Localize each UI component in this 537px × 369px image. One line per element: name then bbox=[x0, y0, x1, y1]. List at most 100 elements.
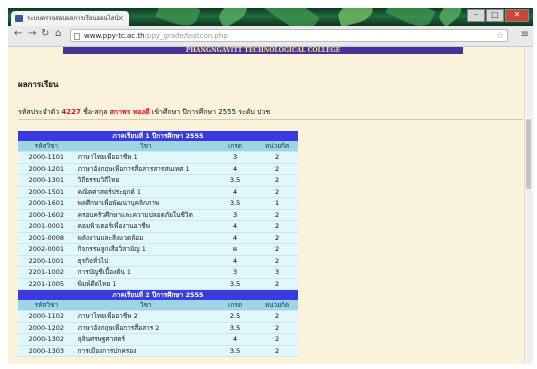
page-content: PHANGNGAVITT TECHNOLOGICAL COLLEGE ผลการ… bbox=[8, 47, 533, 364]
grade: ผ bbox=[214, 243, 257, 256]
grade: 3.5 bbox=[214, 322, 257, 334]
credits: 1 bbox=[256, 197, 298, 210]
page-icon bbox=[74, 33, 80, 40]
semester-header: ภาคเรียนที่ 2 ปีการศึกษา 2555 bbox=[18, 289, 298, 300]
table-row: 2000-1201 ภาษาอังกฤษเพื่อการสื่อสารสารสนเ… bbox=[18, 163, 298, 175]
grade: 4 bbox=[214, 232, 257, 244]
tab-title: ระบบตรวจสอบผลการเรียนออนไลน์ bbox=[27, 15, 119, 22]
credits: 2 bbox=[256, 243, 298, 256]
course-name: การเมืองการปกครอง bbox=[74, 345, 215, 357]
grade: 3 bbox=[214, 151, 257, 164]
semester-title: ภาคเรียนที่ 1 ปีการศึกษา 2555 bbox=[18, 131, 298, 141]
credits: 2 bbox=[256, 310, 298, 323]
browser-window: ระบบตรวจสอบผลการเรียนออนไลน์ ✕ – □ ✕ ← →… bbox=[8, 8, 533, 364]
course-name: ภาษาไทยเพื่ออาชีพ 1 bbox=[74, 151, 215, 164]
home-icon[interactable]: ⌂ bbox=[55, 28, 61, 39]
tab-close-icon[interactable]: ✕ bbox=[117, 11, 124, 26]
back-arrow-icon[interactable]: ← bbox=[14, 28, 22, 39]
scrollbar-thumb[interactable] bbox=[526, 119, 531, 189]
vertical-scrollbar[interactable] bbox=[524, 47, 533, 364]
column-header: เกรด bbox=[214, 300, 257, 311]
course-name: ลุลินศรษฐศาสตร์ bbox=[74, 333, 215, 346]
enrollment-info: เข้าศึกษา ปีการศึกษา 2555 ระดับ ปวช bbox=[151, 108, 271, 116]
course-code: 2000-1303 bbox=[18, 345, 75, 357]
credits: 2 bbox=[256, 209, 298, 221]
divider bbox=[18, 119, 523, 120]
grade: 3.5 bbox=[214, 345, 257, 357]
course-code: 2201-1005 bbox=[18, 278, 75, 290]
course-code: 2000-1501 bbox=[18, 186, 75, 198]
course-code: 2201-1002 bbox=[18, 266, 75, 279]
reload-icon[interactable]: ↻ bbox=[41, 28, 49, 39]
column-header: หน่วยกิต bbox=[256, 300, 298, 311]
menu-icon[interactable]: ≡ bbox=[521, 29, 529, 40]
course-name: พิมพ์ดีดไทย 1 bbox=[74, 278, 215, 290]
college-banner: PHANGNGAVITT TECHNOLOGICAL COLLEGE bbox=[63, 47, 463, 54]
column-header: วิชา bbox=[74, 141, 215, 152]
course-code: 2000-1202 bbox=[18, 322, 75, 334]
minimize-button[interactable]: – bbox=[467, 9, 485, 22]
maximize-button[interactable]: □ bbox=[486, 9, 504, 22]
page-heading: ผลการเรียน bbox=[18, 80, 59, 89]
column-header-row: รหัสวิชา วิชา เกรด หน่วยกิต bbox=[18, 300, 298, 311]
table-row: 2000-1202 ภาษาอังกฤษเพื่อการสื่อสาร 2 3.5 2 bbox=[18, 322, 298, 334]
table-row: 2000-1301 วิถีธรรมวิถีไทย 3.5 2 bbox=[18, 174, 298, 187]
semester-header: ภาคเรียนที่ 1 ปีการศึกษา 2555 bbox=[18, 131, 298, 141]
grade: 3.5 bbox=[214, 278, 257, 290]
table-row: 2000-1302 ลุลินศรษฐศาสตร์ 4 2 bbox=[18, 333, 298, 346]
column-header: รหัสวิชา bbox=[18, 141, 75, 152]
column-header: เกรด bbox=[214, 141, 257, 152]
credits: 2 bbox=[256, 151, 298, 164]
course-code: 2200-1001 bbox=[18, 255, 75, 267]
address-path: /ppy_grade/testcon.php bbox=[144, 32, 228, 40]
student-info: รหัสประจำตัว 4227 ชื่อ-สกุล สกาพร ทองดี … bbox=[18, 107, 270, 118]
semester-title: ภาคเรียนที่ 2 ปีการศึกษา 2555 bbox=[18, 289, 298, 300]
course-code: 2000-1302 bbox=[18, 333, 75, 346]
table-row: 2000-1303 การเมืองการปกครอง 3.5 2 bbox=[18, 345, 298, 357]
course-name: พลังงานและสิ่งแวดล้อม bbox=[74, 232, 215, 244]
course-code: 2000-1301 bbox=[18, 174, 75, 187]
page-favicon-icon bbox=[15, 15, 23, 22]
table-row: 2002-0001 กิจกรรมลูกเสือวิสามัญ 1ผ2 bbox=[18, 243, 298, 256]
grade: 4 bbox=[214, 186, 257, 198]
grade: 4 bbox=[214, 220, 257, 233]
course-name: ภาษาอังกฤษเพื่อการสื่อสาร 2 bbox=[74, 322, 215, 334]
student-name: สกาพร ทองดี bbox=[109, 108, 150, 116]
credits: 2 bbox=[256, 333, 298, 346]
table-row: 2000-1602 ครอบครัวศึกษาและความปลอดภัยในชี… bbox=[18, 209, 298, 221]
browser-toolbar: ← → ↻ ⌂ www.ppy-tc.ac.th/ppy_grade/testc… bbox=[8, 26, 533, 47]
course-code: 2000-1601 bbox=[18, 197, 75, 210]
course-name: การบัญชีเบื้องต้น 1 bbox=[74, 266, 215, 279]
grade: 4 bbox=[214, 333, 257, 346]
grade: 3 bbox=[214, 266, 257, 279]
credits: 2 bbox=[256, 174, 298, 187]
table-row: 2000-1601 พลศึกษาเพื่อพัฒนาบุคลิกภาพ 3.5 1 bbox=[18, 197, 298, 210]
forward-arrow-icon[interactable]: → bbox=[28, 28, 36, 39]
browser-tab[interactable]: ระบบตรวจสอบผลการเรียนออนไลน์ ✕ bbox=[11, 11, 129, 26]
table-row: 2201-1005 พิมพ์ดีดไทย 1 3.5 2 bbox=[18, 278, 298, 290]
grade: 3 bbox=[214, 209, 257, 221]
close-window-button[interactable]: ✕ bbox=[505, 9, 529, 22]
window-controls: – □ ✕ bbox=[467, 9, 529, 22]
course-name: ธุรกิจทั่วไป bbox=[74, 255, 215, 267]
course-name: ครอบครัวศึกษาและความปลอดภัยในชีวิต bbox=[74, 209, 215, 221]
grade: 4 bbox=[214, 163, 257, 175]
credits: 2 bbox=[256, 255, 298, 267]
credits: 2 bbox=[256, 186, 298, 198]
course-name: วิถีธรรมวิถีไทย bbox=[74, 174, 215, 187]
address-host: www.ppy-tc.ac.th bbox=[84, 32, 145, 40]
course-code: 2000-1602 bbox=[18, 209, 75, 221]
table-row: 2001-0008 พลังงานและสิ่งแวดล้อม 4 2 bbox=[18, 232, 298, 244]
credits: 3 bbox=[256, 266, 298, 279]
course-name: ภาษาอังกฤษเพื่อการสื่อสารสารสนเทศ 1 bbox=[74, 163, 215, 175]
bookmark-star-icon[interactable]: ☆ bbox=[496, 30, 504, 43]
course-code: 2001-0008 bbox=[18, 232, 75, 244]
column-header: รหัสวิชา bbox=[18, 300, 75, 311]
table-row: 2200-1001 ธุรกิจทั่วไป 4 2 bbox=[18, 255, 298, 267]
credits: 2 bbox=[256, 220, 298, 233]
column-header: วิชา bbox=[74, 300, 215, 311]
table-row: 2201-1002 การบัญชีเบื้องต้น 133 bbox=[18, 266, 298, 279]
student-name-label: ชื่อ-สกุล bbox=[83, 108, 108, 116]
address-bar[interactable]: www.ppy-tc.ac.th/ppy_grade/testcon.php ☆ bbox=[70, 29, 508, 42]
grades-table: ภาคเรียนที่ 1 ปีการศึกษา 2555 รหัสวิชา วิช… bbox=[18, 131, 298, 357]
